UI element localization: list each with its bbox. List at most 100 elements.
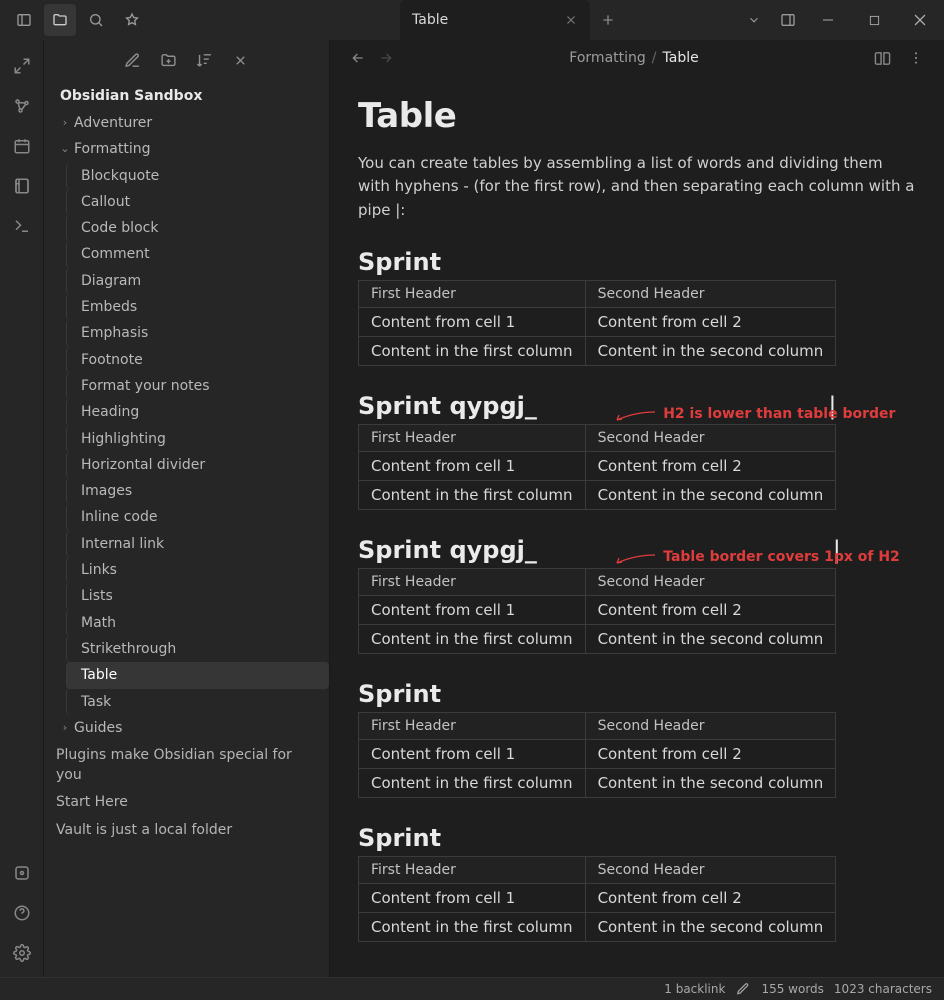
nav-back-icon[interactable] — [344, 44, 372, 72]
breadcrumb-current[interactable]: Table — [663, 50, 699, 66]
sort-icon[interactable] — [192, 47, 218, 73]
file-item[interactable]: Format your notes — [66, 373, 329, 399]
chevron-icon[interactable]: › — [56, 115, 74, 131]
reading-view-icon[interactable] — [868, 44, 896, 72]
table-cell: Content in the second column — [585, 912, 836, 941]
close-tab-icon[interactable] — [564, 13, 578, 27]
file-item[interactable]: Task — [66, 689, 329, 715]
bookmark-icon[interactable] — [116, 4, 148, 36]
new-note-icon[interactable] — [120, 47, 146, 73]
file-item[interactable]: Footnote — [66, 347, 329, 373]
file-item[interactable]: Embeds — [66, 294, 329, 320]
folder-label: Formatting — [74, 139, 150, 159]
folder-item[interactable]: › Guides — [44, 715, 329, 741]
window-titlebar: Table — [0, 0, 944, 40]
file-explorer-icon[interactable] — [44, 4, 76, 36]
file-item[interactable]: Table — [66, 662, 329, 688]
sidebar-toggle-left-icon[interactable] — [8, 4, 40, 36]
markdown-table: First HeaderSecond HeaderContent from ce… — [358, 568, 836, 654]
chevron-icon[interactable]: › — [56, 720, 74, 736]
markdown-table: First HeaderSecond HeaderContent from ce… — [358, 712, 836, 798]
file-label: Horizontal divider — [81, 455, 205, 475]
file-item[interactable]: Highlighting — [66, 426, 329, 452]
file-item[interactable]: Vault is just a local folder — [44, 816, 329, 843]
table-cell: Content in the first column — [359, 624, 586, 653]
file-label: Images — [81, 481, 132, 501]
nav-forward-icon[interactable] — [372, 44, 400, 72]
new-tab-button[interactable] — [590, 12, 626, 28]
table-row: Content from cell 1Content from cell 2 — [359, 739, 836, 768]
tab-dropdown-icon[interactable] — [738, 4, 770, 36]
table-header: First Header — [359, 856, 586, 883]
file-item[interactable]: Internal link — [66, 531, 329, 557]
table-cell: Content in the first column — [359, 912, 586, 941]
file-item[interactable]: Images — [66, 478, 329, 504]
table-header: First Header — [359, 424, 586, 451]
quick-switcher-icon[interactable] — [6, 52, 38, 80]
file-item[interactable]: Math — [66, 610, 329, 636]
file-item[interactable]: Code block — [66, 215, 329, 241]
file-label: Strikethrough — [81, 639, 176, 659]
edit-mode-icon[interactable] — [735, 981, 751, 997]
file-item[interactable]: Inline code — [66, 504, 329, 530]
tab-table[interactable]: Table — [400, 0, 590, 40]
file-label: Math — [81, 613, 116, 633]
more-options-icon[interactable] — [902, 44, 930, 72]
table-cell: Content from cell 1 — [359, 451, 586, 480]
content-pane: Formatting / Table Table You can create … — [330, 40, 944, 977]
file-label: Plugins make Obsidian special for you — [56, 745, 319, 786]
status-words[interactable]: 155 words — [761, 982, 823, 996]
file-label: Code block — [81, 218, 158, 238]
search-icon[interactable] — [80, 4, 112, 36]
folder-item[interactable]: › Adventurer — [44, 110, 329, 136]
sidebar-toggle-right-icon[interactable] — [772, 4, 804, 36]
vault-icon[interactable] — [6, 859, 38, 887]
file-item[interactable]: Horizontal divider — [66, 452, 329, 478]
file-item[interactable]: Lists — [66, 583, 329, 609]
templates-icon[interactable] — [6, 172, 38, 200]
file-item[interactable]: Emphasis — [66, 320, 329, 346]
intro-paragraph: You can create tables by assembling a li… — [358, 152, 916, 222]
file-item[interactable]: Diagram — [66, 268, 329, 294]
command-palette-icon[interactable] — [6, 212, 38, 240]
window-close-button[interactable] — [898, 4, 942, 36]
help-icon[interactable] — [6, 899, 38, 927]
file-item[interactable]: Plugins make Obsidian special for you — [44, 741, 329, 789]
file-item[interactable]: Blockquote — [66, 163, 329, 189]
graph-view-icon[interactable] — [6, 92, 38, 120]
table-cell: Content in the first column — [359, 336, 586, 365]
file-item[interactable]: Strikethrough — [66, 636, 329, 662]
table-row: Content in the first columnContent in th… — [359, 912, 836, 941]
daily-note-icon[interactable] — [6, 132, 38, 160]
chevron-icon[interactable]: ⌄ — [56, 141, 74, 157]
vault-title: Obsidian Sandbox — [44, 80, 329, 110]
table-cell: Content in the second column — [585, 336, 836, 365]
status-chars[interactable]: 1023 characters — [834, 982, 932, 996]
file-item[interactable]: Heading — [66, 399, 329, 425]
left-ribbon — [0, 40, 44, 977]
folder-item[interactable]: ⌄ Formatting — [44, 136, 329, 162]
table-cell: Content from cell 2 — [585, 883, 836, 912]
window-minimize-button[interactable] — [806, 4, 850, 36]
file-label: Lists — [81, 586, 113, 606]
table-header: Second Header — [585, 280, 836, 307]
file-item[interactable]: Comment — [66, 241, 329, 267]
new-folder-icon[interactable] — [156, 47, 182, 73]
table-cell: Content in the second column — [585, 624, 836, 653]
status-backlinks[interactable]: 1 backlink — [664, 982, 725, 996]
annotation-text: Table border covers 1px of H2 — [615, 549, 900, 565]
file-label: Format your notes — [81, 376, 210, 396]
file-item[interactable]: Callout — [66, 189, 329, 215]
file-item[interactable]: Start Here — [44, 789, 329, 816]
file-item[interactable]: Links — [66, 557, 329, 583]
tab-strip: Table — [400, 0, 626, 40]
window-maximize-button[interactable] — [852, 4, 896, 36]
collapse-icon[interactable] — [228, 47, 254, 73]
document-body[interactable]: Table You can create tables by assemblin… — [330, 76, 944, 977]
file-label: Callout — [81, 192, 130, 212]
settings-icon[interactable] — [6, 939, 38, 967]
status-bar: 1 backlink 155 words 1023 characters — [0, 977, 944, 1000]
breadcrumb-parent[interactable]: Formatting — [569, 50, 645, 66]
section-heading: Sprint qypgj_ Table border covers 1px of… — [358, 536, 916, 564]
markdown-table: First HeaderSecond HeaderContent from ce… — [358, 856, 836, 942]
